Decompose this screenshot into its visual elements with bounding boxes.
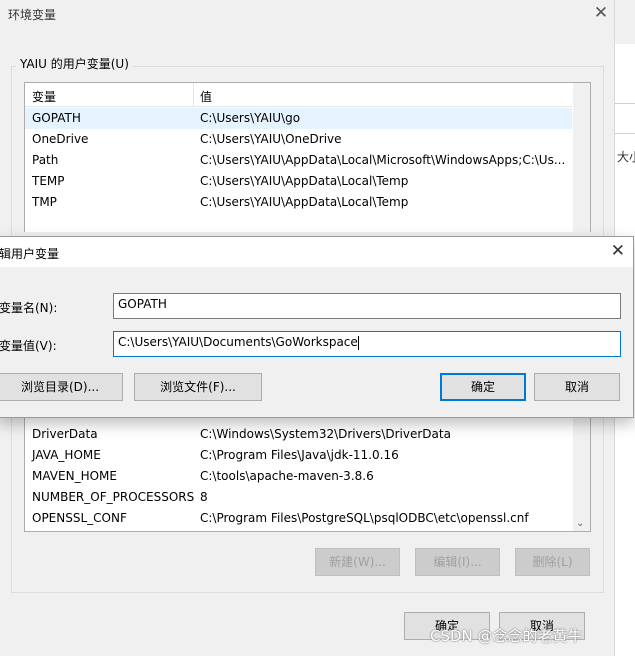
variable-value: 8 — [200, 490, 208, 504]
table-row[interactable]: TEMP C:\Users\YAIU\AppData\Local\Temp — [25, 171, 572, 192]
variable-name: OneDrive — [32, 132, 89, 146]
cancel-button[interactable]: 取消 — [534, 373, 620, 401]
table-row[interactable]: MAVEN_HOME C:\tools\apache-maven-3.8.6 — [25, 466, 572, 487]
system-variables-list[interactable]: DriverData C:\Windows\System32\Drivers\D… — [24, 412, 591, 532]
user-variables-list[interactable]: 变量 值 GOPATH C:\Users\YAIU\go OneDrive C:… — [24, 82, 591, 232]
close-icon[interactable]: ✕ — [591, 3, 611, 23]
variable-value: C:\Users\YAIU\AppData\Local\Temp — [200, 174, 409, 188]
edit-user-variable-dialog: 辑用户变量 ✕ 变量名(N): GOPATH 变量值(V): C:\Users\… — [0, 236, 634, 418]
table-row[interactable]: GOPATH C:\Users\YAIU\go — [25, 108, 572, 129]
column-header-value[interactable]: 值 — [200, 88, 212, 105]
variable-name-label: 变量名(N): — [0, 301, 58, 315]
variable-name: OPENSSL_CONF — [32, 511, 127, 525]
ok-button[interactable]: 确定 — [440, 373, 526, 401]
variable-name-field[interactable]: GOPATH — [113, 293, 621, 319]
system-delete-button[interactable]: 删除(L) — [515, 548, 590, 576]
table-row[interactable]: DriverData C:\Windows\System32\Drivers\D… — [25, 424, 572, 445]
background-window-text: 大小 — [617, 150, 635, 164]
variable-value-label: 变量值(V): — [0, 339, 57, 353]
variable-name: TEMP — [32, 174, 65, 188]
variable-value: C:\Users\YAIU\AppData\Local\Temp — [200, 195, 409, 209]
table-row[interactable]: TMP C:\Users\YAIU\AppData\Local\Temp — [25, 192, 572, 213]
browse-directory-button[interactable]: 浏览目录(D)... — [0, 373, 123, 401]
variable-name: GOPATH — [32, 111, 81, 125]
table-row[interactable]: Path C:\Users\YAIU\AppData\Local\Microso… — [25, 150, 572, 171]
close-icon[interactable]: ✕ — [611, 241, 625, 261]
system-new-button[interactable]: 新建(W)... — [315, 548, 400, 576]
variable-name: NUMBER_OF_PROCESSORS — [32, 490, 195, 504]
text-caret — [357, 335, 359, 350]
table-row[interactable]: OPENSSL_CONF C:\Program Files\PostgreSQL… — [25, 508, 572, 529]
list-header: 变量 值 — [25, 83, 572, 107]
variable-value: C:\Users\YAIU\AppData\Local\Microsoft\Wi… — [200, 153, 566, 167]
variable-value: C:\tools\apache-maven-3.8.6 — [200, 469, 374, 483]
variable-name: Path — [32, 153, 59, 167]
table-row[interactable]: NUMBER_OF_PROCESSORS 8 — [25, 487, 572, 508]
dialog-title: 环境变量 — [8, 8, 57, 22]
variable-name: JAVA_HOME — [32, 448, 101, 462]
column-header-name[interactable]: 变量 — [32, 88, 56, 105]
variable-value: C:\Program Files\PostgreSQL\psqlODBC\etc… — [200, 511, 529, 525]
variable-value: C:\Users\YAIU\OneDrive — [200, 132, 342, 146]
browse-file-button[interactable]: 浏览文件(F)... — [134, 373, 262, 401]
user-variables-group-label: YAIU 的用户变量(U) — [16, 55, 133, 72]
variable-value-field[interactable]: C:\Users\YAIU\Documents\GoWorkspace — [113, 331, 621, 357]
variable-value: C:\Users\YAIU\go — [200, 111, 301, 125]
chevron-down-icon[interactable]: ⌄ — [576, 518, 584, 529]
variable-name: MAVEN_HOME — [32, 469, 117, 483]
variable-value: C:\Program Files\Java\jdk-11.0.16 — [200, 448, 399, 462]
variable-name: DriverData — [32, 427, 98, 441]
system-list-scrollbar[interactable]: ⌄ — [573, 412, 590, 531]
variable-value: C:\Windows\System32\Drivers\DriverData — [200, 427, 451, 441]
system-edit-button[interactable]: 编辑(I)... — [415, 548, 500, 576]
table-row[interactable]: JAVA_HOME C:\Program Files\Java\jdk-11.0… — [25, 445, 572, 466]
user-list-scrollbar[interactable] — [573, 83, 590, 232]
variable-name: TMP — [32, 195, 57, 209]
dialog-title: 辑用户变量 — [0, 247, 60, 261]
variable-value-text: C:\Users\YAIU\Documents\GoWorkspace — [118, 335, 358, 349]
watermark: CSDN @念念的老黄牛 — [430, 627, 583, 645]
table-row[interactable]: OneDrive C:\Users\YAIU\OneDrive — [25, 129, 572, 150]
dialog-titlebar: 辑用户变量 ✕ — [0, 237, 633, 267]
